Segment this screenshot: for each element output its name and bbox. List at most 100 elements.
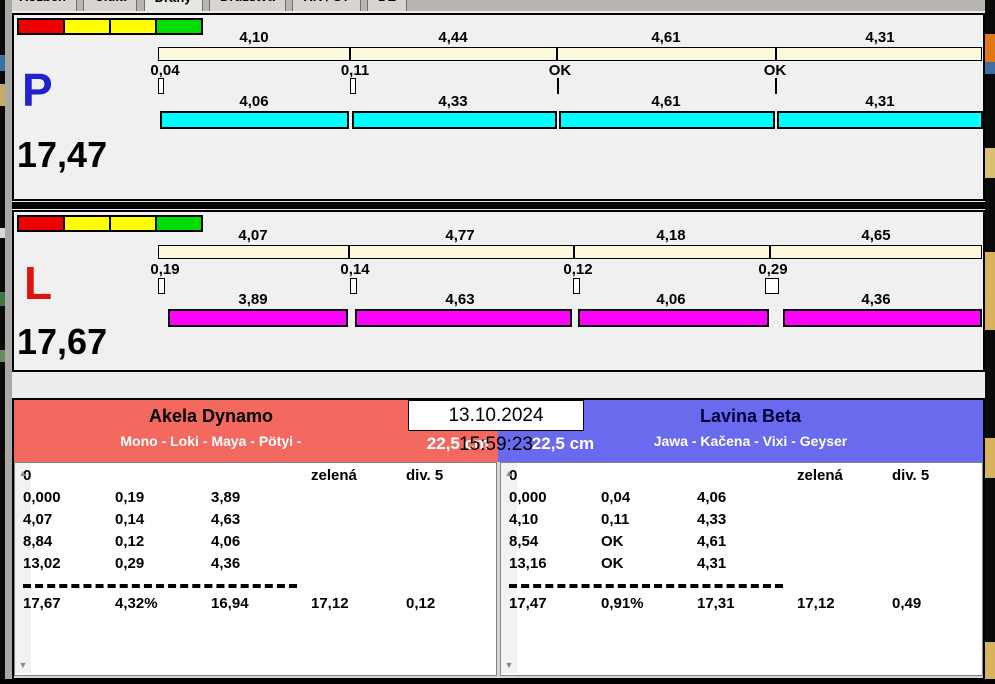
desktop-sliver-left xyxy=(0,0,5,684)
tab-rk-st[interactable]: RK / ST xyxy=(292,0,361,11)
division-cell: div. 5 xyxy=(406,467,444,484)
crossing-label: 0,19 xyxy=(150,261,180,278)
light-green xyxy=(157,217,201,230)
lane-p-panel: 4,10 4,44 4,61 4,31 0,04 0,11 OK OK 4,06… xyxy=(12,13,985,201)
totals-separator xyxy=(509,584,783,588)
run-timestamp: 13.10.2024 15:59:23 xyxy=(408,400,584,455)
split-time-label: 4,18 xyxy=(656,227,686,244)
start-cell: 0 xyxy=(23,467,32,484)
leg-time-label: 4,61 xyxy=(651,93,681,110)
leg-bar xyxy=(355,309,572,327)
table-row: 0,000 0,04 4,06 xyxy=(509,489,727,506)
split-time-label: 4,61 xyxy=(651,29,681,46)
start-lights-p xyxy=(17,18,203,35)
table-row: 13,16 OK 4,31 xyxy=(509,555,727,572)
start-cell: 0 xyxy=(509,467,518,484)
leg-bar xyxy=(160,111,349,129)
results-panel: Akela Dynamo Mono - Loki - Maya - Pötyi … xyxy=(12,398,985,680)
leg-time-label: 4,31 xyxy=(865,93,895,110)
scroll-down-icon[interactable]: ▼ xyxy=(15,657,31,673)
lane-total-time: 17,47 xyxy=(17,134,108,175)
table-row: 13,02 0,29 4,36 xyxy=(23,555,241,572)
leg-time-label: 4,63 xyxy=(445,291,475,308)
scroll-up-icon[interactable]: ▲ xyxy=(501,465,517,481)
crossing-marker xyxy=(573,278,580,294)
track-divider xyxy=(349,48,351,60)
team-right-name: Lavina Beta xyxy=(699,406,802,426)
split-time-label: 4,07 xyxy=(238,227,268,244)
crossing-label: 0,29 xyxy=(758,261,788,278)
scroll-up-icon[interactable]: ▲ xyxy=(15,465,31,481)
crossing-marker xyxy=(158,78,164,94)
table-row: 4,07 0,14 4,63 xyxy=(23,511,241,528)
tab-drahy[interactable]: Dráhy xyxy=(143,0,203,11)
crossing-marker xyxy=(158,278,165,294)
panel-divider xyxy=(12,202,985,209)
division-cell: div. 5 xyxy=(892,467,930,484)
leg-bar xyxy=(777,111,983,129)
totals-separator xyxy=(23,584,297,588)
track-divider xyxy=(573,246,575,258)
table-row: 0 zelená div. 5 xyxy=(501,467,961,484)
team-left-name: Akela Dynamo xyxy=(148,406,274,426)
lane-total-time: 17,67 xyxy=(17,321,108,362)
crossing-label: 0,14 xyxy=(340,261,370,278)
light-red xyxy=(19,217,63,230)
tab-label: DE xyxy=(378,0,396,4)
crossing-label: 0,11 xyxy=(340,62,370,79)
tab-label: RK / ST xyxy=(303,0,349,4)
start-lights-l xyxy=(17,215,203,232)
team-left-members: Mono - Loki - Maya - Pötyi - xyxy=(120,433,302,449)
crossing-label: OK xyxy=(548,62,572,79)
split-time-label: 4,31 xyxy=(865,29,895,46)
track-divider xyxy=(775,48,777,60)
light-yellow-2 xyxy=(111,20,155,33)
leg-time-label: 4,06 xyxy=(656,291,686,308)
tab-rozbeh[interactable]: Rozběh xyxy=(8,0,77,11)
tab-label: Čidla xyxy=(94,0,126,4)
tab-label: Dráhy xyxy=(155,0,192,5)
light-yellow-1 xyxy=(65,217,109,230)
lane-letter-l: L xyxy=(24,257,53,309)
tab-de[interactable]: DE xyxy=(367,0,408,11)
split-track-l xyxy=(158,245,982,259)
light-green xyxy=(157,20,201,33)
light-red xyxy=(19,20,63,33)
table-row: 0,000 0,19 3,89 xyxy=(23,489,241,506)
results-table-right[interactable]: 0 zelená div. 5 0,000 0,04 4,06 4,10 0,1… xyxy=(500,462,983,676)
track-divider xyxy=(348,246,350,258)
crossing-marker xyxy=(350,78,356,94)
crossing-marker xyxy=(775,78,777,94)
tab-cidla[interactable]: Čidla xyxy=(83,0,138,11)
tab-bar: Rozběh Čidla Dráhy Družstva RK / ST DE xyxy=(8,0,985,11)
scroll-down-icon[interactable]: ▼ xyxy=(501,657,517,673)
desktop-sliver-right xyxy=(985,0,995,684)
totals-row: 17,47 0,91% 17,31 17,12 0,49 xyxy=(509,595,922,612)
lane-l-panel: 4,07 4,77 4,18 4,65 0,19 0,14 0,12 0,29 … xyxy=(12,210,985,372)
leg-bar xyxy=(559,111,775,129)
results-table-left[interactable]: 0 zelená div. 5 0,000 0,19 3,89 4,07 0,1… xyxy=(14,462,497,676)
split-track-p xyxy=(158,47,982,61)
track-divider xyxy=(556,48,558,60)
tab-label: Rozběh xyxy=(19,0,66,4)
status-cell: zelená xyxy=(311,467,357,484)
leg-time-label: 4,36 xyxy=(861,291,891,308)
table-row: 8,84 0,12 4,06 xyxy=(23,533,241,550)
tab-label: Družstva xyxy=(220,0,275,4)
leg-time-label: 4,33 xyxy=(438,93,468,110)
table-row: 0 zelená div. 5 xyxy=(15,467,475,484)
crossing-label: 0,12 xyxy=(563,261,593,278)
status-cell: zelená xyxy=(797,467,843,484)
light-yellow-1 xyxy=(65,20,109,33)
crossing-label: 0,04 xyxy=(150,62,180,79)
window-frame-left xyxy=(5,0,12,684)
split-time-label: 4,65 xyxy=(861,227,891,244)
tab-druzstva[interactable]: Družstva xyxy=(208,0,286,11)
totals-row: 17,67 4,32% 16,94 17,12 0,12 xyxy=(23,595,436,612)
timing-app-window: Rozběh Čidla Dráhy Družstva RK / ST DE 4… xyxy=(0,0,995,684)
leg-bar xyxy=(578,309,769,327)
track-divider xyxy=(769,246,771,258)
leg-bar xyxy=(783,309,982,327)
window-frame-bottom xyxy=(0,679,995,684)
leg-bar xyxy=(352,111,557,129)
